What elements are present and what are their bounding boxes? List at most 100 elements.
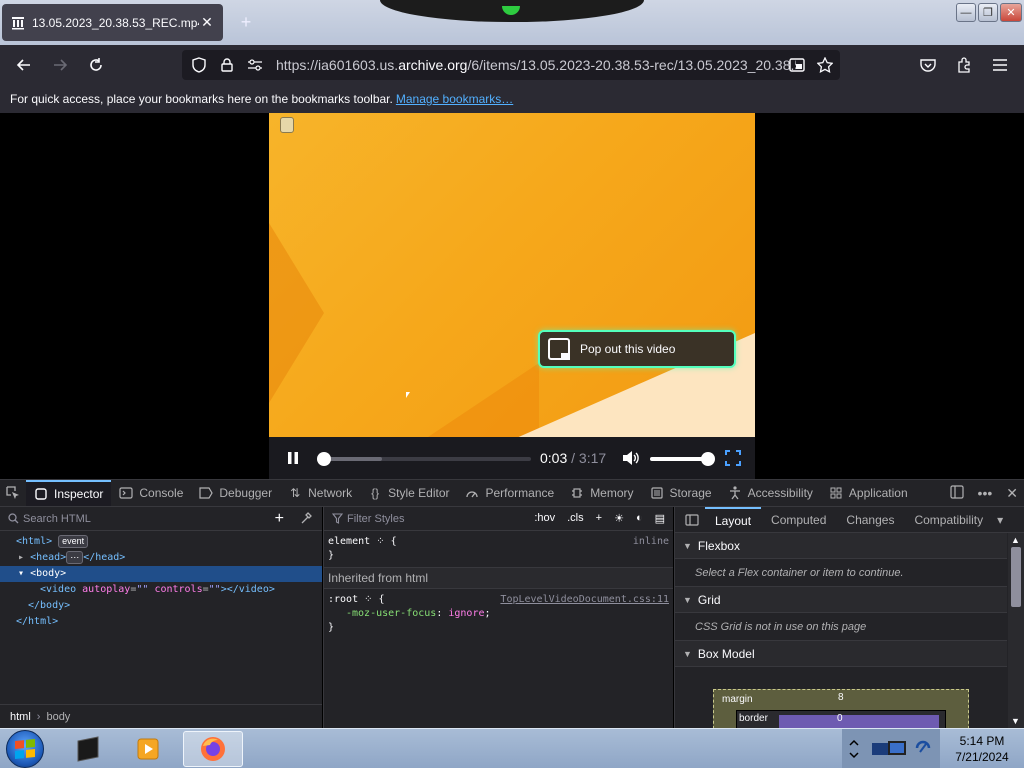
tab-memory[interactable]: Memory — [562, 480, 641, 506]
add-node-icon[interactable]: + — [275, 510, 284, 528]
rule-source-link[interactable]: TopLevelVideoDocument.css:11 — [500, 593, 669, 607]
layout-scrollbar[interactable]: ▲ ▼ — [1008, 533, 1024, 728]
dark-theme-icon[interactable]: ◐ — [636, 512, 643, 525]
tree-node-body-close[interactable]: </body> — [0, 598, 322, 614]
tab-layout[interactable]: Layout — [705, 507, 762, 532]
url-text[interactable]: https://ia601603.us.archive.org/6/items/… — [276, 57, 796, 73]
hov-toggle[interactable]: :hov — [534, 512, 555, 525]
permissions-sliders-icon[interactable] — [244, 54, 266, 76]
pause-button[interactable] — [283, 449, 303, 467]
collapse-arrow-icon[interactable]: ▾ — [18, 568, 24, 579]
maximize-button[interactable]: ❐ — [978, 3, 998, 22]
grid-section-header[interactable]: ▼ Grid — [675, 587, 1007, 613]
close-devtools-icon[interactable]: ✕ — [1006, 485, 1018, 502]
tab-console[interactable]: Console — [111, 480, 191, 506]
tab-performance[interactable]: Performance — [457, 480, 562, 506]
windows-logo-icon — [15, 738, 35, 760]
tree-node-head[interactable]: ▸ <head> ⋯ </head> — [0, 550, 322, 566]
pip-toggle-button[interactable]: Pop out this video — [538, 330, 736, 368]
box-model-section-header[interactable]: ▼ Box Model — [675, 641, 1007, 667]
video-scrubber[interactable] — [317, 452, 531, 466]
border-value[interactable]: 0 — [837, 713, 843, 724]
box-model-border[interactable]: border 0 — [736, 710, 946, 730]
breadcrumb-body[interactable]: body — [46, 711, 70, 723]
breadcrumb-html[interactable]: html — [10, 711, 31, 723]
forward-button[interactable] — [46, 51, 74, 79]
search-html-input[interactable]: Search HTML — [23, 513, 91, 525]
rule-property-value[interactable]: ignore — [448, 608, 484, 619]
scroll-down-icon[interactable]: ▼ — [1011, 716, 1020, 726]
reload-button[interactable] — [82, 51, 110, 79]
url-bar[interactable]: https://ia601603.us.archive.org/6/items/… — [182, 50, 840, 80]
tree-node-html[interactable]: <html> event — [0, 534, 322, 550]
back-button[interactable] — [10, 51, 38, 79]
lock-icon[interactable] — [216, 54, 238, 76]
tray-overflow-icon[interactable] — [848, 739, 860, 759]
navigation-toolbar: https://ia601603.us.archive.org/6/items/… — [0, 45, 1024, 85]
more-options-icon[interactable]: ••• — [978, 485, 993, 501]
mute-button[interactable] — [621, 448, 641, 468]
tray-app-icon[interactable] — [914, 739, 932, 757]
filter-styles-input[interactable]: Filter Styles — [347, 513, 404, 525]
volume-thumb[interactable] — [701, 452, 715, 466]
taskbar-app-window-manager[interactable] — [58, 731, 118, 767]
tab-debugger[interactable]: Debugger — [191, 480, 280, 506]
element-picker-button[interactable] — [0, 480, 26, 506]
flexbox-section-header[interactable]: ▼ Flexbox — [675, 533, 1007, 559]
tab-storage[interactable]: Storage — [642, 480, 720, 506]
app-menu-button[interactable] — [986, 51, 1014, 79]
fullscreen-button[interactable] — [723, 448, 743, 468]
sidebar-tabs: Layout Computed Changes Compatibility ▾ — [675, 507, 1024, 533]
video-player[interactable] — [269, 113, 755, 437]
tree-node-html-close[interactable]: </html> — [0, 614, 322, 630]
add-rule-icon[interactable]: + — [596, 512, 602, 525]
tab-application[interactable]: Application — [821, 480, 916, 506]
tabs-overflow-chevron-icon[interactable]: ▾ — [993, 507, 1007, 532]
tag-text: </head> — [83, 552, 126, 563]
application-icon — [829, 486, 843, 500]
start-button[interactable] — [6, 730, 44, 768]
taskbar-app-firefox[interactable] — [183, 731, 243, 767]
tab-close-icon[interactable]: ✕ — [199, 14, 215, 31]
taskbar-clock[interactable]: 5:14 PM 7/21/2024 — [940, 733, 1024, 765]
collapsed-badge[interactable]: ⋯ — [66, 551, 84, 564]
taskbar-app-media-player[interactable] — [118, 731, 178, 767]
box-model-padding[interactable] — [779, 715, 939, 729]
tab-style-editor[interactable]: {} Style Editor — [360, 480, 457, 506]
scroll-up-icon[interactable]: ▲ — [1011, 535, 1020, 545]
tree-node-video[interactable]: <video autoplay="" controls=""></video> — [0, 582, 322, 598]
minimize-button[interactable]: — — [956, 3, 976, 22]
dock-side-icon[interactable] — [949, 484, 964, 502]
margin-value[interactable]: 8 — [838, 692, 844, 703]
tracking-protection-shield-icon[interactable] — [188, 54, 210, 76]
rule-property[interactable]: -moz-user-focus — [328, 608, 436, 619]
tab-computed[interactable]: Computed — [761, 507, 836, 532]
reader-view-icon[interactable] — [786, 54, 808, 76]
tab-compatibility[interactable]: Compatibility — [904, 507, 993, 532]
tab-accessibility[interactable]: Accessibility — [720, 480, 821, 506]
toggle-sidebar-icon[interactable] — [679, 507, 705, 532]
pocket-button[interactable] — [914, 51, 942, 79]
tree-node-body[interactable]: ▾ <body> — [0, 566, 322, 582]
expand-arrow-icon[interactable]: ▸ — [18, 552, 24, 563]
scrubber-thumb[interactable] — [317, 452, 332, 466]
scrollbar-thumb[interactable] — [1011, 547, 1021, 607]
print-media-icon[interactable]: ▤ — [655, 512, 665, 525]
light-theme-icon[interactable]: ☀ — [614, 512, 624, 525]
manage-bookmarks-link[interactable]: Manage bookmarks… — [396, 92, 513, 106]
event-badge[interactable]: event — [58, 535, 89, 548]
window-close-button[interactable]: ✕ — [1000, 3, 1022, 22]
tab-network[interactable]: ⇅ Network — [280, 480, 360, 506]
tab-inspector[interactable]: Inspector — [26, 480, 112, 506]
extensions-button[interactable] — [950, 51, 978, 79]
eyedropper-icon[interactable] — [300, 511, 312, 528]
bookmark-star-icon[interactable] — [814, 54, 836, 76]
tab-changes[interactable]: Changes — [836, 507, 904, 532]
browser-tab-active[interactable]: 13.05.2023_20.38.53_REC.mp4 ✕ — [2, 4, 223, 41]
new-tab-button[interactable]: + — [236, 12, 256, 32]
box-model-margin[interactable]: margin 8 border 0 — [713, 689, 969, 730]
volume-slider[interactable] — [650, 452, 715, 466]
cls-toggle[interactable]: .cls — [567, 512, 584, 525]
network-monitor-icon[interactable] — [870, 737, 910, 761]
mouse-cursor-icon — [406, 392, 410, 398]
